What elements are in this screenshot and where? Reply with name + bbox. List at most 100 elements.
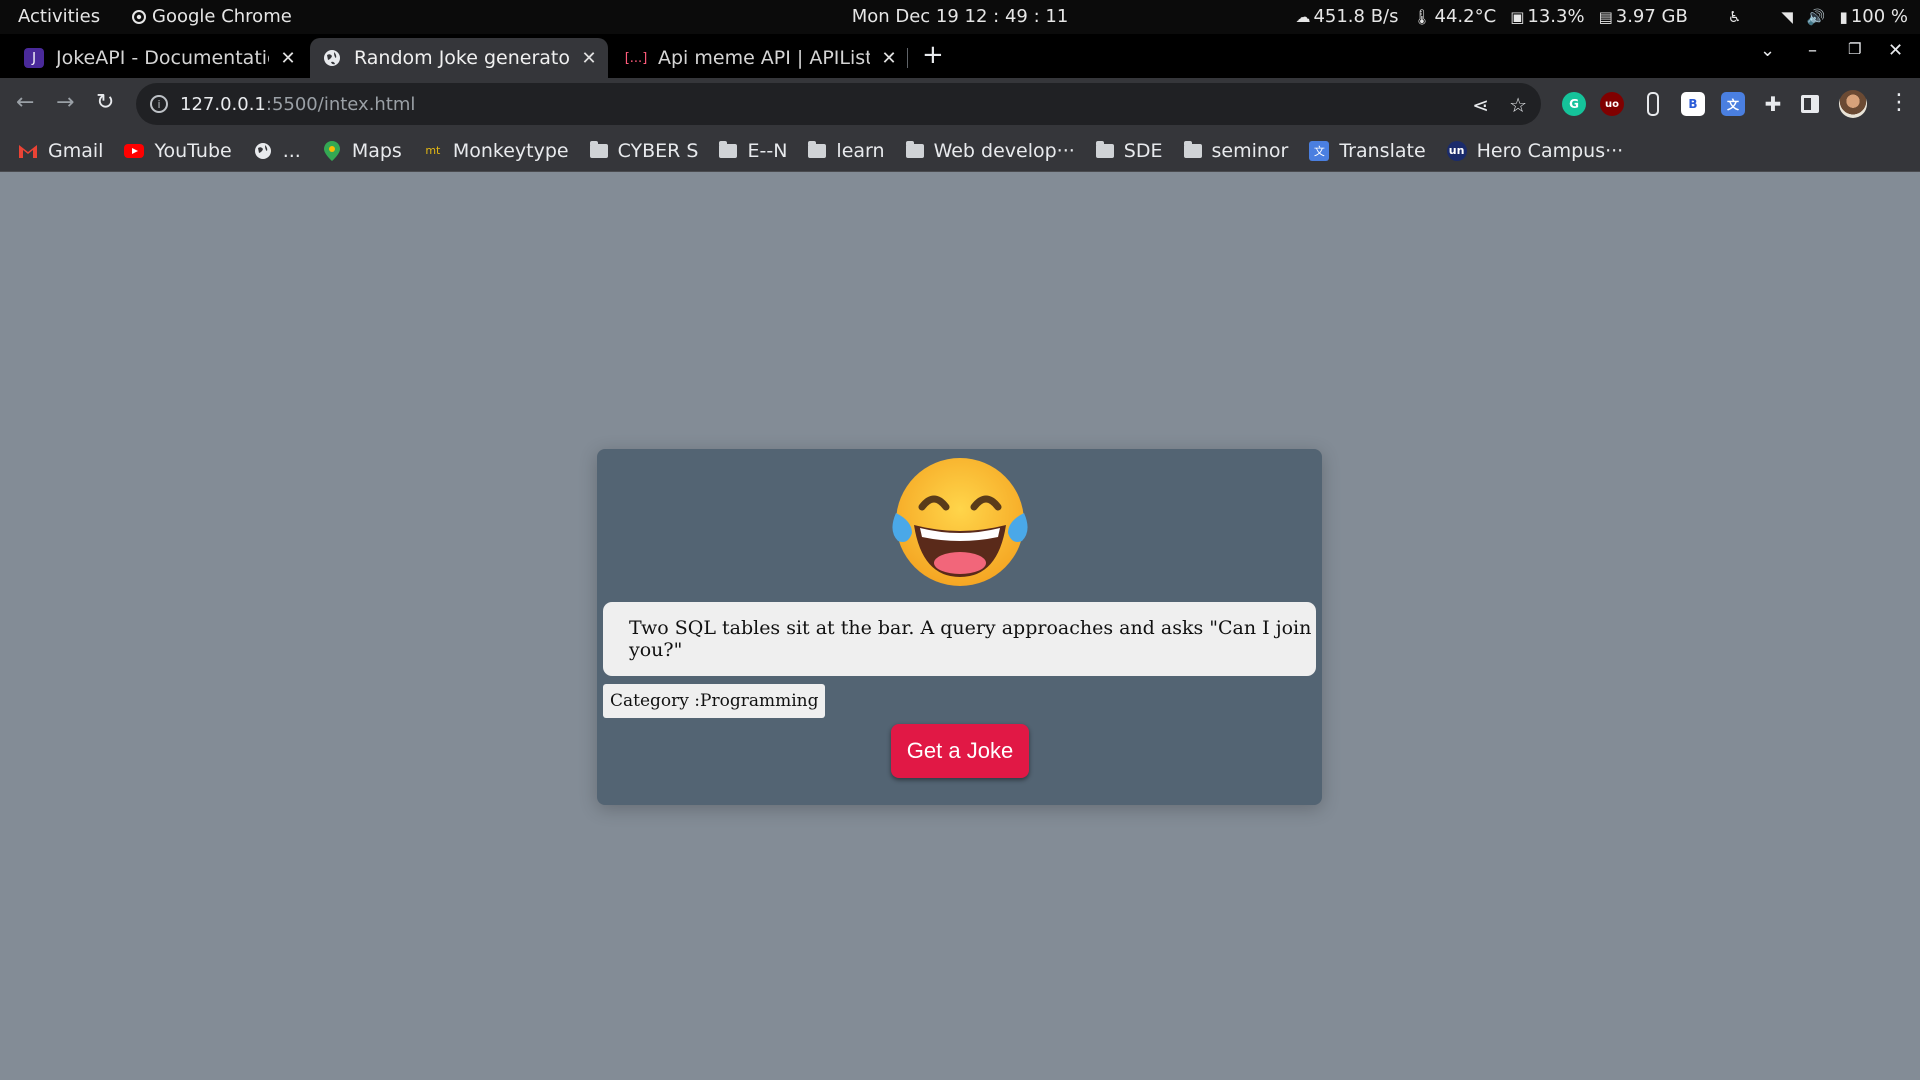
bookmark-label: Monkeytype xyxy=(452,139,569,162)
folder-icon xyxy=(1183,140,1202,158)
folder-icon xyxy=(589,140,608,158)
close-tab-icon[interactable]: ✕ xyxy=(580,48,598,69)
bookmark-label: Hero Campus··· xyxy=(1476,139,1624,162)
bookmark-globe[interactable]: ... xyxy=(253,140,301,162)
memory-usage: 3.97 GB xyxy=(1615,6,1688,27)
bookmark-label: Web develop··· xyxy=(933,139,1075,162)
bookmark-label: SDE xyxy=(1123,139,1163,162)
back-arrow-icon[interactable]: ← xyxy=(16,90,34,115)
tab-separator xyxy=(907,48,908,68)
gmail-icon xyxy=(18,141,38,161)
bookmark-folder-learn[interactable]: learn xyxy=(808,139,885,162)
close-tab-icon[interactable]: ✕ xyxy=(880,48,898,69)
ublock-extension-icon[interactable]: uo xyxy=(1600,92,1624,116)
bookmark-youtube[interactable]: YouTube xyxy=(124,139,232,162)
thermometer-icon: 🌡 xyxy=(1412,7,1432,26)
joke-category: Category :Programming xyxy=(603,684,826,718)
bookmarks-bar: Gmail YouTube ... Maps mt Monkeytype CYBE… xyxy=(0,130,1920,172)
youtube-icon xyxy=(124,141,145,161)
tab-title: JokeAPI - Documentation xyxy=(56,47,269,69)
cpu-usage: 13.3% xyxy=(1527,6,1585,27)
close-tab-icon[interactable]: ✕ xyxy=(279,48,297,69)
restore-icon[interactable]: ❐ xyxy=(1848,40,1861,58)
translate-extension-icon[interactable]: 文 xyxy=(1721,92,1745,116)
bookmark-folder-web-develop[interactable]: Web develop··· xyxy=(905,139,1075,162)
bookmark-monkeytype[interactable]: mt Monkeytype xyxy=(423,139,569,162)
tab-api-meme[interactable]: [...] Api meme API | APIList.fun ✕ xyxy=(610,38,908,78)
bookmark-label: Gmail xyxy=(48,139,104,162)
cloud-download-icon: ☁ xyxy=(1295,7,1311,26)
folder-icon xyxy=(1095,140,1114,158)
bookmark-label: CYBER S xyxy=(617,139,699,162)
url-host: 127.0.0.1 xyxy=(180,93,266,115)
wifi-icon: ◥ xyxy=(1781,7,1793,26)
side-panel-icon[interactable] xyxy=(1801,95,1819,113)
browser-toolbar: ← → ↻ i 127.0.0.1:5500/intex.html ⋖ ☆ G … xyxy=(0,78,1920,130)
monkeytype-icon: mt xyxy=(425,144,441,157)
bookmark-label: ... xyxy=(282,139,301,162)
tab-random-joke-generator[interactable]: Random Joke generator ✕ xyxy=(310,38,608,78)
chrome-menu-icon[interactable]: ⋮ xyxy=(1888,90,1910,115)
grammarly-extension-icon[interactable]: G xyxy=(1562,92,1586,116)
tab-title: Api meme API | APIList.fun xyxy=(658,47,870,69)
bookmark-label: learn xyxy=(836,139,885,162)
page-content: Two SQL tables sit at the bar. A query a… xyxy=(0,172,1920,1080)
bookmark-label: YouTube xyxy=(154,139,232,162)
clock[interactable]: Mon Dec 19 12 : 49 : 11 xyxy=(852,6,1069,27)
share-icon[interactable]: ⋖ xyxy=(1472,93,1489,117)
bookmark-folder-cyber-s[interactable]: CYBER S xyxy=(589,139,699,162)
bookmark-folder-e-n[interactable]: E--N xyxy=(719,140,787,162)
bookmark-star-icon[interactable]: ☆ xyxy=(1509,93,1527,117)
bookmark-gmail[interactable]: Gmail xyxy=(18,140,103,162)
bookmark-folder-seminor[interactable]: seminor xyxy=(1183,139,1289,162)
folder-icon xyxy=(808,140,827,158)
jokeapi-favicon-icon: J xyxy=(24,48,44,68)
bookmark-label: seminor xyxy=(1211,139,1289,162)
address-bar[interactable]: i 127.0.0.1:5500/intex.html ⋖ ☆ xyxy=(136,83,1541,125)
extensions-puzzle-icon[interactable]: ✚ xyxy=(1761,92,1785,116)
new-tab-icon[interactable]: + xyxy=(922,40,944,70)
globe-icon xyxy=(253,141,273,161)
battery-icon: ▮ xyxy=(1839,7,1848,26)
accessibility-icon[interactable]: ♿ xyxy=(1728,8,1741,26)
battery-level: 100 % xyxy=(1850,6,1908,27)
reload-icon[interactable]: ↻ xyxy=(96,90,114,115)
tab-jokeapi-docs[interactable]: J JokeAPI - Documentation ✕ xyxy=(12,38,307,78)
temperature: 44.2°C xyxy=(1434,6,1497,27)
system-top-bar: Activities Google Chrome Mon Dec 19 12 :… xyxy=(0,0,1920,34)
chrome-icon xyxy=(132,9,146,24)
tab-title: Random Joke generator xyxy=(354,47,570,69)
face-with-tears-of-joy-icon xyxy=(892,458,1028,586)
device-extension-icon[interactable] xyxy=(1647,92,1659,116)
bookmark-label: Translate xyxy=(1339,139,1426,162)
forward-arrow-icon[interactable]: → xyxy=(56,90,74,115)
bookmark-label: E--N xyxy=(747,139,788,162)
joke-text: Two SQL tables sit at the bar. A query a… xyxy=(603,602,1316,676)
app-menu[interactable]: Google Chrome xyxy=(132,6,292,27)
status-area[interactable]: ☁ 451.8 B/s 🌡 44.2°C ▣ 13.3% ▤ 3.97 GB ♿ ◥ 🔊… xyxy=(1295,6,1908,27)
get-joke-button[interactable]: Get a Joke xyxy=(891,724,1029,778)
tab-search-chevron-icon[interactable]: ⌄ xyxy=(1760,40,1775,61)
bookmark-translate[interactable]: 文 Translate xyxy=(1309,139,1426,162)
apilist-favicon-icon: [...] xyxy=(624,50,648,66)
activities-button[interactable]: Activities xyxy=(18,6,100,27)
minimize-icon[interactable]: – xyxy=(1808,40,1817,61)
net-speed: 451.8 B/s xyxy=(1313,6,1399,27)
b-extension-icon[interactable]: B xyxy=(1681,92,1705,116)
bookmark-label: Maps xyxy=(351,139,402,162)
folder-icon xyxy=(719,140,738,158)
translate-icon: 文 xyxy=(1309,140,1330,161)
joke-card: Two SQL tables sit at the bar. A query a… xyxy=(597,449,1322,805)
close-window-icon[interactable]: ✕ xyxy=(1888,40,1903,61)
memory-icon: ▤ xyxy=(1598,7,1613,26)
globe-icon xyxy=(322,48,342,68)
bookmark-hero-campus[interactable]: un Hero Campus··· xyxy=(1446,139,1624,162)
bookmark-maps[interactable]: Maps xyxy=(322,140,402,162)
profile-avatar[interactable] xyxy=(1839,90,1867,118)
site-info-icon[interactable]: i xyxy=(150,95,168,113)
app-name: Google Chrome xyxy=(152,6,292,27)
folder-icon xyxy=(905,140,924,158)
url-path: :5500/intex.html xyxy=(265,93,416,115)
bookmark-folder-sde[interactable]: SDE xyxy=(1095,139,1163,162)
maps-icon xyxy=(322,140,342,161)
